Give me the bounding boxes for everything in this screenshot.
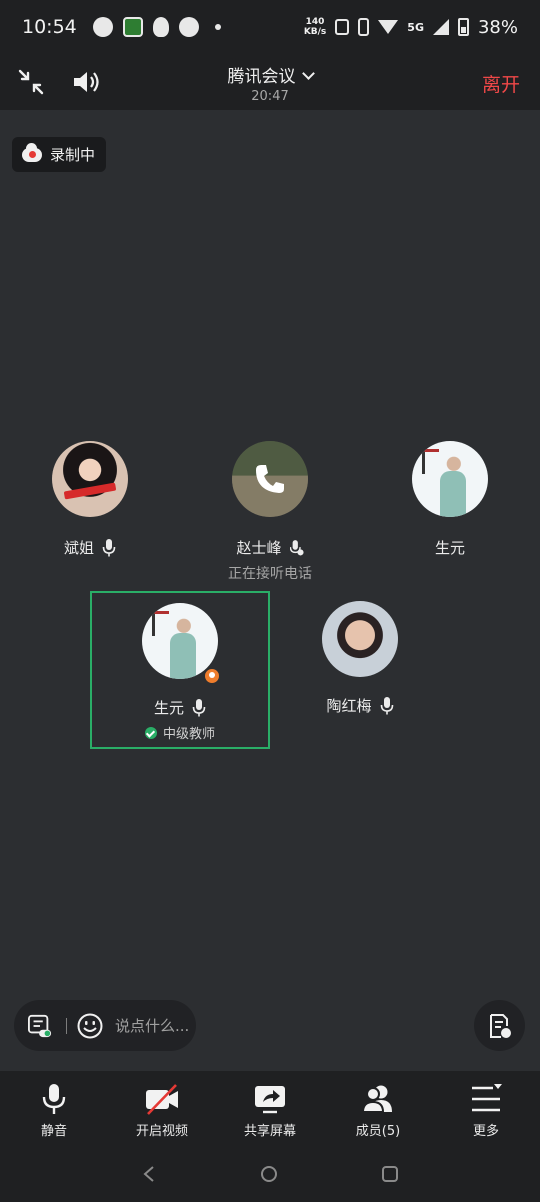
- system-icons: 140 KB/s 5G 38%: [304, 17, 518, 38]
- start-video-button[interactable]: 开启视频: [108, 1071, 216, 1146]
- wechat-icon: [92, 17, 113, 37]
- video-off-icon: [146, 1084, 178, 1115]
- recording-label: 录制中: [50, 146, 96, 164]
- green-app-icon: [122, 17, 143, 37]
- home-icon[interactable]: [260, 1165, 278, 1183]
- participant-tile[interactable]: 斌姐: [0, 441, 180, 558]
- avatar: [52, 441, 128, 517]
- meeting-header: 腾讯会议 20:47 离开: [0, 54, 540, 110]
- status-time: 10:54: [22, 16, 77, 38]
- chevron-down-icon: [301, 67, 315, 80]
- mute-label: 静音: [40, 1124, 67, 1139]
- members-label: 成员(5): [355, 1124, 401, 1139]
- panda-app-icon: [178, 17, 199, 37]
- mute-icon: [335, 19, 350, 35]
- participant-status: 正在接听电话: [228, 566, 312, 582]
- avatar: [412, 441, 488, 517]
- system-navigation-bar: [0, 1146, 540, 1202]
- divider: [66, 1017, 67, 1034]
- video-label: 开启视频: [135, 1124, 188, 1139]
- back-icon[interactable]: [141, 1165, 157, 1183]
- mic-muted-icon: [289, 539, 304, 555]
- participant-tile: 生元 中级教师: [92, 603, 268, 742]
- participant-tile[interactable]: 赵士峰 正在接听电话: [180, 441, 360, 583]
- signal-icon: [432, 19, 449, 35]
- dot-icon: [214, 24, 221, 30]
- notification-icons: [92, 17, 221, 37]
- vibrate-icon: [358, 18, 370, 36]
- mic-icon: [380, 696, 393, 714]
- more-label: 更多: [472, 1124, 499, 1139]
- battery-icon: [457, 18, 469, 36]
- participant-name: 斌姐: [63, 539, 94, 557]
- role-row: 中级教师: [92, 723, 268, 742]
- chat-input[interactable]: 说点什么...: [115, 1015, 189, 1036]
- network-type: 5G: [407, 20, 424, 34]
- members-button[interactable]: 成员(5): [324, 1071, 432, 1146]
- active-speaker-tile[interactable]: 生元 中级教师: [90, 591, 270, 749]
- more-menu-icon: [472, 1084, 502, 1112]
- wifi-icon: [378, 20, 399, 34]
- more-button[interactable]: 更多: [432, 1071, 540, 1146]
- mic-icon: [192, 698, 206, 716]
- battery-percent: 38%: [477, 16, 518, 38]
- cloud-record-icon: [22, 142, 42, 162]
- mic-icon: [102, 538, 116, 556]
- avatar: [232, 441, 308, 517]
- participant-name: 生元: [434, 539, 465, 557]
- qq-icon: [152, 17, 169, 37]
- document-icon: [489, 1013, 511, 1038]
- chat-list-icon[interactable]: [28, 1014, 52, 1038]
- recording-indicator[interactable]: 录制中: [12, 137, 107, 172]
- meeting-title-dropdown[interactable]: 腾讯会议 20:47: [0, 62, 540, 104]
- participant-tile[interactable]: 陶红梅: [270, 601, 450, 716]
- avatar: [322, 601, 398, 677]
- participant-name: 生元: [153, 699, 184, 717]
- meeting-notes-button[interactable]: [474, 1000, 525, 1051]
- meeting-toolbar: 静音 开启视频 共享屏幕 成员(5) 更多: [0, 1071, 540, 1146]
- host-badge-icon: [203, 667, 221, 685]
- speed-unit: KB/s: [303, 27, 327, 37]
- phone-icon: [232, 441, 308, 517]
- status-bar: 10:54 140 KB/s 5G 38%: [0, 0, 540, 54]
- emoji-icon[interactable]: [77, 1013, 103, 1039]
- participant-name: 陶红梅: [326, 697, 372, 715]
- share-screen-button[interactable]: 共享屏幕: [216, 1071, 324, 1146]
- share-label: 共享屏幕: [243, 1124, 296, 1139]
- network-speed: 140 KB/s: [304, 17, 326, 37]
- chat-bar[interactable]: 说点什么...: [14, 1000, 196, 1051]
- members-icon: [361, 1085, 392, 1113]
- participant-role: 中级教师: [162, 727, 215, 742]
- share-screen-icon: [255, 1086, 285, 1114]
- microphone-icon: [42, 1084, 66, 1114]
- leave-button[interactable]: 离开: [482, 70, 520, 97]
- participant-tile[interactable]: 生元: [360, 441, 540, 558]
- verified-icon: [144, 726, 157, 739]
- participant-name: 赵士峰: [236, 539, 282, 557]
- mute-button[interactable]: 静音: [0, 1071, 108, 1146]
- meeting-elapsed-time: 20:47: [251, 89, 289, 104]
- recents-icon[interactable]: [381, 1165, 399, 1183]
- meeting-title: 腾讯会议: [227, 67, 296, 87]
- speed-value: 140: [305, 17, 325, 27]
